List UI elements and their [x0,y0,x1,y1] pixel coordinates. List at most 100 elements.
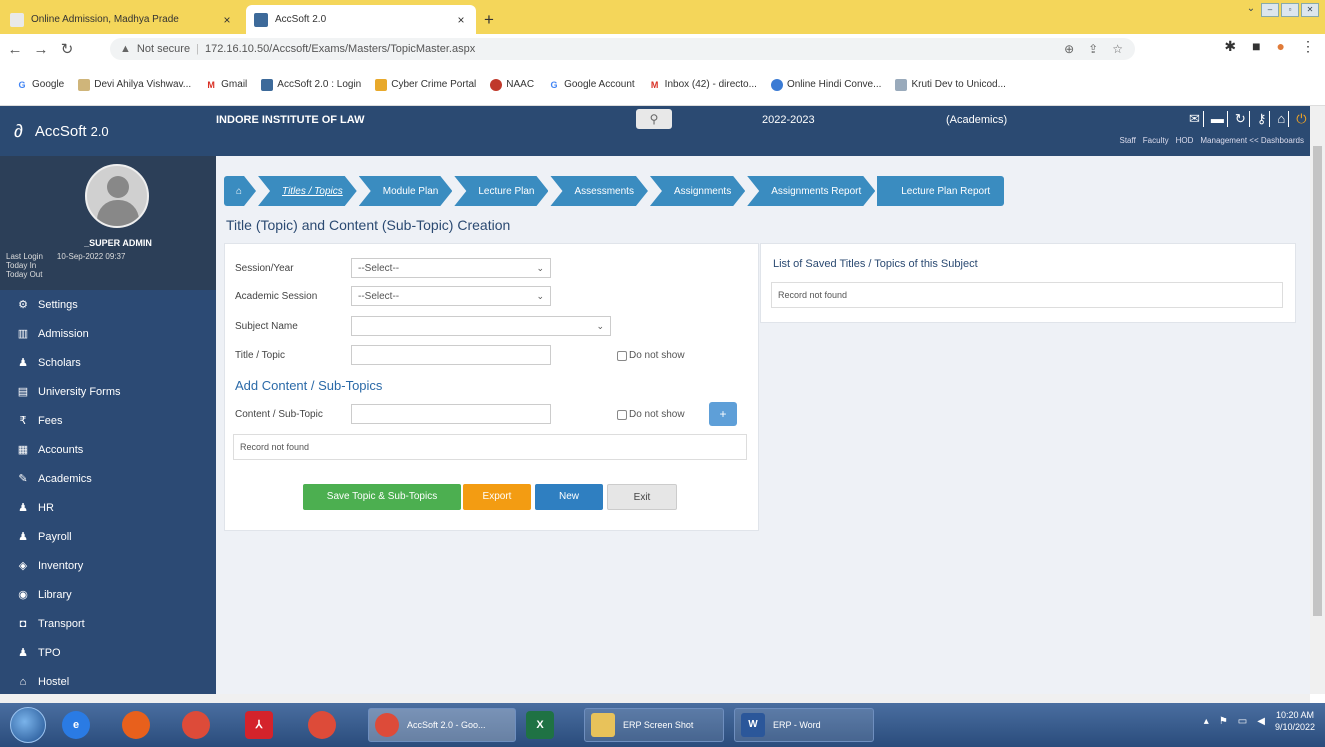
main-content: ⌂ Titles / Topics Module Plan Lecture Pl… [216,156,1310,694]
scroll-thumb[interactable] [1313,146,1322,616]
sidebar: ∂ AccSoft 2.0 _SUPER ADMIN Last Login 10-… [0,106,216,694]
bookmark-item[interactable]: Kruti Dev to Unicod... [895,78,1006,91]
excel-icon[interactable]: X [526,711,554,739]
sidebar-item-hr[interactable]: ♟ HR [0,493,216,522]
sidebar-item-library[interactable]: ◉ Library [0,580,216,609]
avatar[interactable] [85,164,149,228]
content-input[interactable] [351,404,551,424]
chrome-icon[interactable] [182,711,210,739]
link-hod[interactable]: HOD [1176,136,1194,145]
bookmark-item[interactable]: Online Hindi Conve... [770,78,881,91]
new-button[interactable]: New [535,484,603,510]
volume-icon[interactable]: ◀ [1257,716,1265,727]
task-erp-word[interactable]: W ERP - Word [734,708,874,742]
breadcrumb-titles-topics[interactable]: Titles / Topics [258,176,357,206]
acrobat-icon[interactable]: ⅄ [245,711,273,739]
exit-button[interactable]: Exit [607,484,677,510]
bookmark-item[interactable]: M Inbox (42) - directo... [649,79,757,91]
sidebar-item-academics[interactable]: ✎ Academics [0,464,216,493]
session-year-select[interactable]: --Select-- ⌄ [351,258,551,278]
breadcrumb-assignments[interactable]: Assignments [650,176,745,206]
sidebar-item-hostel[interactable]: ⌂ Hostel [0,667,216,696]
maximize-icon[interactable]: ▫ [1281,3,1299,17]
window-close-icon[interactable]: ✕ [1301,3,1319,17]
sidebar-item-settings[interactable]: ⚙ Settings [0,290,216,319]
reload-icon[interactable]: ↻ [56,40,78,58]
sidebar-item-admission[interactable]: ▥ Admission [0,319,216,348]
task-erp-screenshot[interactable]: ERP Screen Shot [584,708,724,742]
link-management[interactable]: Management << Dashboards [1200,136,1304,145]
star-icon[interactable]: ☆ [1112,42,1123,56]
app-logo[interactable]: ∂ AccSoft 2.0 [0,106,216,156]
breadcrumb-home[interactable]: ⌂ [224,176,256,206]
firefox-icon[interactable] [122,711,150,739]
do-not-show-title-checkbox[interactable]: Do not show [617,350,685,361]
sidebar-item-payroll[interactable]: ♟ Payroll [0,522,216,551]
vertical-scrollbar[interactable] [1310,106,1325,694]
breadcrumb-module-plan[interactable]: Module Plan [359,176,453,206]
bookmark-item[interactable]: G Google [16,79,64,91]
sidebar-item-fees[interactable]: ₹ Fees [0,406,216,435]
chat-icon[interactable]: ▬ [1208,111,1228,127]
task-accsoft[interactable]: AccSoft 2.0 - Goo... [368,708,516,742]
sidebar-item-scholars[interactable]: ♟ Scholars [0,348,216,377]
share-icon[interactable]: ⇪ [1088,42,1098,56]
close-icon[interactable]: × [220,13,234,27]
address-bar[interactable]: ▲ Not secure | 172.16.10.50/Accsoft/Exam… [110,38,1135,60]
tray-arrow-icon[interactable]: ▴ [1204,716,1209,727]
inventory-icon: ◈ [18,560,28,572]
sidebar-item-inventory[interactable]: ◈ Inventory [0,551,216,580]
more-icon[interactable]: ⋮ [1301,38,1315,55]
bookmark-item[interactable]: M Gmail [205,79,247,91]
sidebar-item-transport[interactable]: ◘ Transport [0,609,216,638]
export-button[interactable]: Export [463,484,531,510]
subject-select[interactable]: ⌄ [351,316,611,336]
sidebar-item-university-forms[interactable]: ▤ University Forms [0,377,216,406]
ie-icon[interactable]: e [62,711,90,739]
power-icon[interactable]: ⏻ [1293,111,1309,127]
horizontal-scrollbar[interactable] [0,694,1310,703]
bookmark-item[interactable]: Cyber Crime Portal [375,78,476,91]
breadcrumb-lecture-plan-report[interactable]: Lecture Plan Report [877,176,1005,206]
mail-icon[interactable]: ✉ [1186,111,1204,127]
new-tab-icon[interactable]: + [484,10,494,30]
home-icon[interactable]: ⌂ [1274,111,1290,127]
flag-icon[interactable]: ⚑ [1219,716,1228,727]
browser-tab-accsoft[interactable]: AccSoft 2.0 × [246,5,476,34]
bookmark-item[interactable]: NAAC [490,78,534,91]
refresh-icon[interactable]: ↻ [1232,111,1250,127]
add-content-button[interactable]: + [709,402,737,426]
forward-icon[interactable]: → [30,41,52,58]
academic-session-select[interactable]: --Select-- ⌄ [351,286,551,306]
minimize-icon[interactable]: – [1261,3,1279,17]
breadcrumb-assignments-report[interactable]: Assignments Report [747,176,875,206]
sidepanel-icon[interactable]: ■ [1252,38,1260,55]
link-staff[interactable]: Staff [1119,136,1135,145]
sidebar-item-tpo[interactable]: ♟ TPO [0,638,216,667]
bookmark-item[interactable]: G Google Account [548,79,635,91]
breadcrumb-assessments[interactable]: Assessments [550,176,647,206]
sidebar-item-accounts[interactable]: ▦ Accounts [0,435,216,464]
profile-icon[interactable]: ● [1277,38,1285,55]
bookmark-item[interactable]: AccSoft 2.0 : Login [261,78,361,91]
breadcrumb-lecture-plan[interactable]: Lecture Plan [454,176,548,206]
link-faculty[interactable]: Faculty [1143,136,1169,145]
separator: | [196,43,199,55]
bookmark-item[interactable]: Devi Ahilya Vishwav... [78,78,191,91]
key-icon[interactable]: ⚷ [1254,111,1271,127]
zoom-icon[interactable]: ⊕ [1064,42,1074,56]
back-icon[interactable]: ← [4,41,26,58]
save-topic-button[interactable]: Save Topic & Sub-Topics [303,484,461,510]
search-icon[interactable]: ⚲ [636,109,672,129]
network-icon[interactable]: ▭ [1238,716,1247,727]
extensions-icon[interactable]: ✱ [1224,38,1236,55]
close-icon[interactable]: × [454,13,468,27]
clock[interactable]: 10:20 AM 9/10/2022 [1275,709,1315,733]
title-input[interactable] [351,345,551,365]
start-button[interactable] [10,707,46,743]
tab-search-icon[interactable]: ⌄ [1243,3,1259,17]
chrome-profile-icon[interactable] [308,711,336,739]
browser-tab-admission[interactable]: Online Admission, Madhya Prade × [2,5,242,34]
do-not-show-content-checkbox[interactable]: Do not show [617,409,685,420]
converter-icon [895,78,908,91]
